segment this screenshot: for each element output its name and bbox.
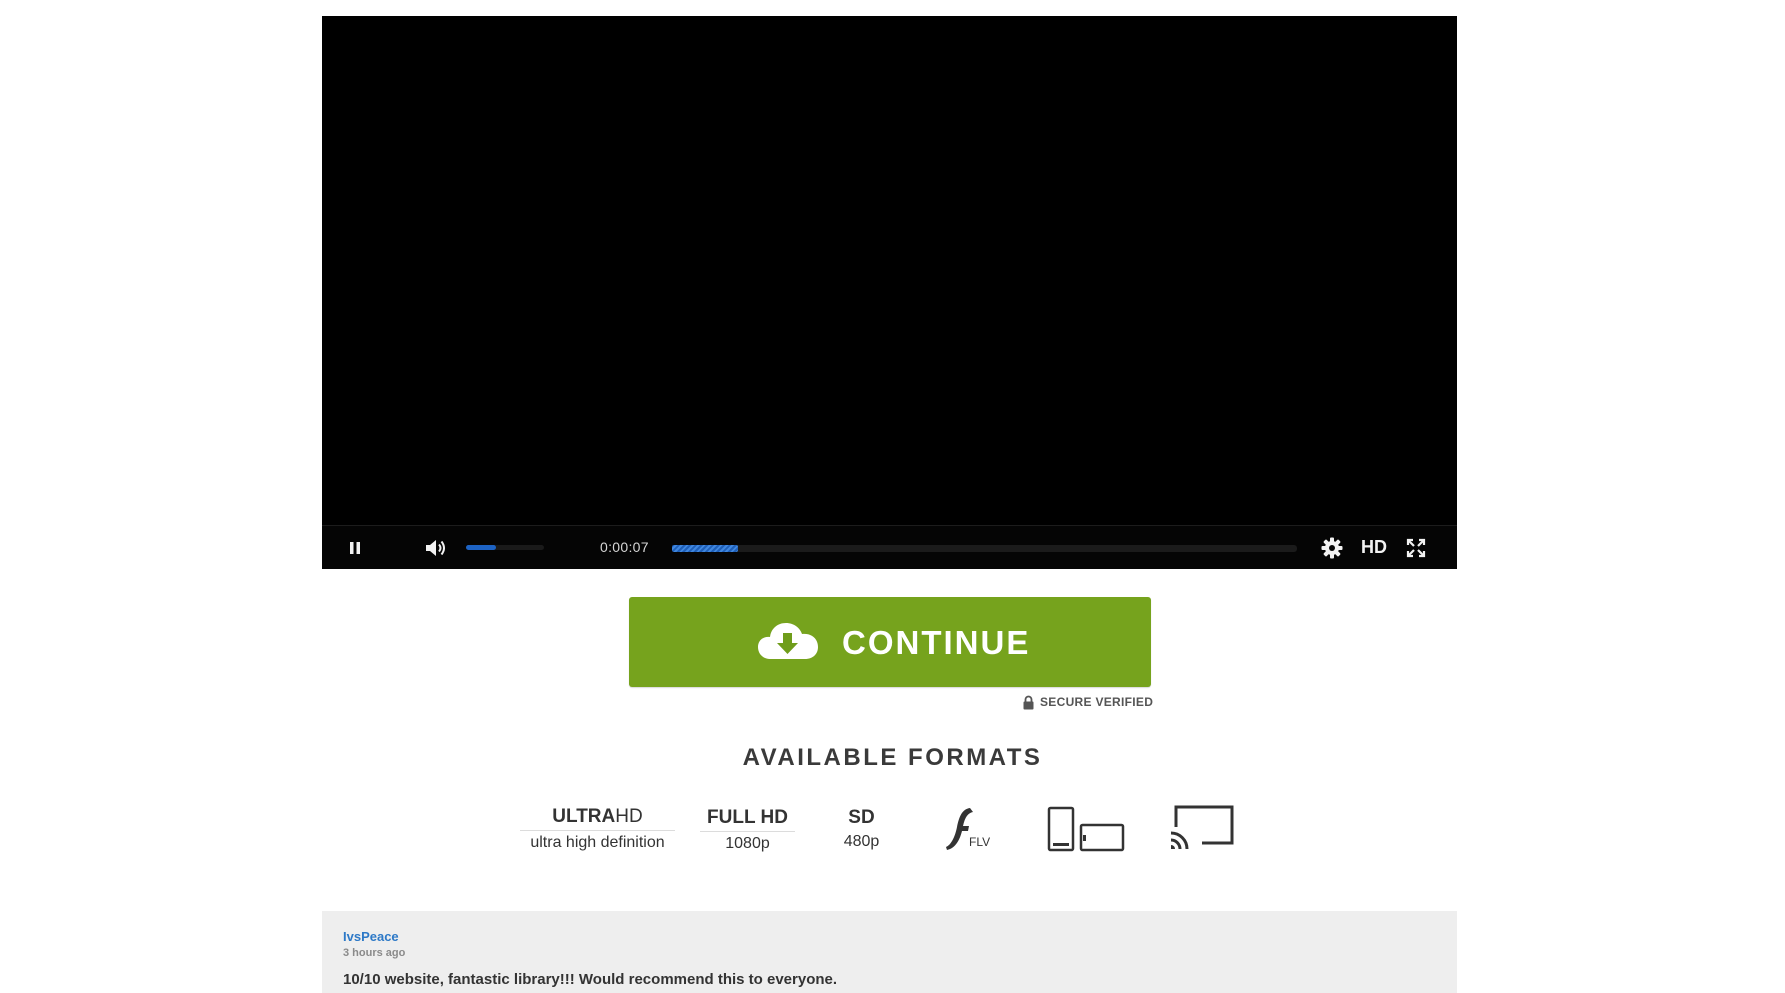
format-title: ULTRAHD xyxy=(520,806,675,828)
cloud-download-icon xyxy=(758,623,818,659)
format-subtitle: 480p xyxy=(843,833,880,850)
format-fullhd: FULL HD 1080p xyxy=(700,807,795,855)
flash-flv-icon: FLV xyxy=(946,808,990,850)
comment-author-link[interactable]: IvsPeace xyxy=(343,929,399,944)
lock-icon xyxy=(1023,695,1034,709)
continue-label: CONTINUE xyxy=(842,624,1031,661)
cast-icon xyxy=(1170,805,1234,850)
hd-quality-button[interactable]: HD xyxy=(1361,537,1387,558)
gear-icon[interactable] xyxy=(1320,536,1344,560)
format-title: FULL HD xyxy=(707,807,788,828)
seek-bar[interactable] xyxy=(672,545,1297,552)
player-controls: 0:00:07 HD xyxy=(322,525,1457,569)
volume-level xyxy=(466,545,496,550)
formats-heading: AVAILABLE FORMATS xyxy=(742,744,1043,771)
comment-card: IvsPeace 3 hours ago 10/10 website, fant… xyxy=(322,911,1457,993)
comment-timestamp: 3 hours ago xyxy=(343,947,406,959)
format-sd: SD 480p xyxy=(833,807,890,853)
secure-badge: SECURE VERIFIED xyxy=(1022,694,1153,710)
flv-label: FLV xyxy=(969,835,990,849)
seek-buffered xyxy=(672,545,738,552)
video-player[interactable]: 0:00:07 HD xyxy=(322,16,1457,569)
format-ultrahd: ULTRAHD ultra high definition xyxy=(520,806,675,854)
format-subtitle: 1080p xyxy=(700,831,795,855)
fullscreen-icon[interactable] xyxy=(1405,537,1427,559)
format-subtitle: ultra high definition xyxy=(520,830,675,854)
time-display: 0:00:07 xyxy=(600,539,649,555)
secure-label: SECURE VERIFIED xyxy=(1040,695,1154,709)
format-title-bold: ULTRA xyxy=(552,806,616,827)
format-title-light: HD xyxy=(615,806,643,827)
comment-text: 10/10 website, fantastic library!!! Woul… xyxy=(343,971,838,988)
pause-icon[interactable] xyxy=(344,537,366,559)
format-title: SD xyxy=(848,807,875,828)
devices-icon xyxy=(1047,806,1125,852)
volume-icon[interactable] xyxy=(422,535,448,561)
continue-button[interactable]: CONTINUE xyxy=(629,597,1151,687)
volume-slider[interactable] xyxy=(466,545,544,550)
